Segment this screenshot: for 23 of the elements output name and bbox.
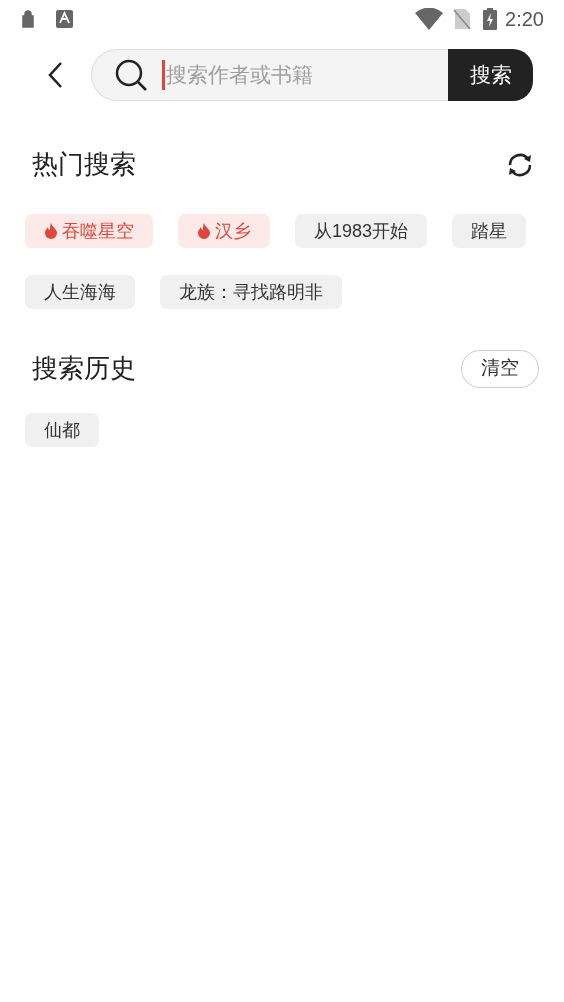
search-icon <box>114 58 148 92</box>
wifi-icon <box>415 8 444 30</box>
search-tag[interactable]: 从1983开始 <box>295 214 428 248</box>
text-icon <box>56 10 73 28</box>
search-tag[interactable]: 人生海海 <box>25 275 135 309</box>
battery-charging-icon <box>483 8 498 30</box>
search-button[interactable]: 搜索 <box>448 49 533 101</box>
search-tag[interactable]: 踏星 <box>452 214 527 248</box>
no-sim-icon <box>453 8 472 30</box>
history-tag[interactable]: 仙都 <box>25 413 99 447</box>
back-icon <box>47 61 63 89</box>
section-title: 搜索历史 <box>32 352 136 385</box>
search-input[interactable]: 搜索作者或书籍 <box>166 59 448 91</box>
flame-icon <box>44 223 58 239</box>
text-cursor <box>162 60 165 90</box>
section-title: 热门搜索 <box>32 148 136 181</box>
shopping-bag-icon <box>20 10 36 28</box>
search-field[interactable]: 搜索作者或书籍 <box>91 49 448 101</box>
clock-time: 2:20 <box>505 7 544 32</box>
search-tag[interactable]: 吞噬星空 <box>25 214 153 248</box>
flame-icon <box>197 223 211 239</box>
search-tag[interactable]: 汉乡 <box>178 214 270 248</box>
search-tag[interactable]: 龙族：寻找路明非 <box>160 275 342 309</box>
